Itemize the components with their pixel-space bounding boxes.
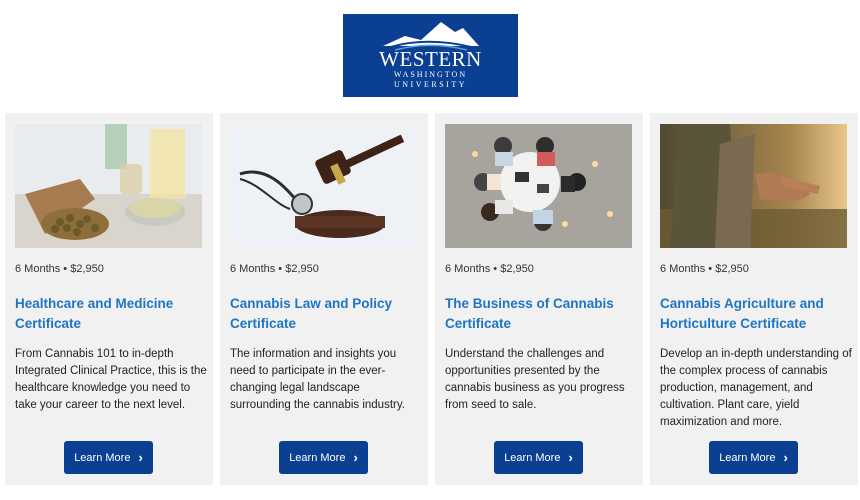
program-title[interactable]: The Business of Cannabis Certificate [445,294,635,334]
certificate-cards: 6 Months • $2,950 Healthcare and Medicin… [5,113,859,493]
certificate-card-business: 6 Months • $2,950 The Business of Cannab… [435,113,643,485]
learn-more-label: Learn More [74,451,131,464]
learn-more-button[interactable]: Learn More › [494,441,583,474]
learn-more-label: Learn More [289,451,346,464]
learn-more-label: Learn More [719,451,776,464]
program-title[interactable]: Healthcare and Medicine Certificate [15,294,205,334]
cannabis-oil-seeds-image [15,124,202,248]
chevron-right-icon: › [783,450,788,465]
chevron-right-icon: › [353,450,358,465]
learn-more-button[interactable]: Learn More › [709,441,798,474]
program-title[interactable]: Cannabis Law and Policy Certificate [230,294,420,334]
certificate-card-law: 6 Months • $2,950 Cannabis Law and Polic… [220,113,428,485]
program-meta: 6 Months • $2,950 [230,263,319,275]
logo-line-university: UNIVERSITY [394,80,467,89]
certificate-card-healthcare: 6 Months • $2,950 Healthcare and Medicin… [5,113,213,485]
program-description: From Cannabis 101 to in-depth Integrated… [15,348,207,411]
learn-more-label: Learn More [504,451,561,464]
program-meta: 6 Months • $2,950 [660,263,749,275]
wwu-logo[interactable]: WESTERN WASHINGTON UNIVERSITY [343,14,518,97]
learn-more-button[interactable]: Learn More › [279,441,368,474]
chevron-right-icon: › [568,450,573,465]
certificate-card-agriculture: 6 Months • $2,950 Cannabis Agriculture a… [650,113,858,485]
program-meta: 6 Months • $2,950 [15,263,104,275]
chevron-right-icon: › [138,450,143,465]
program-description: Understand the challenges and opportunit… [445,348,625,411]
program-title[interactable]: Cannabis Agriculture and Horticulture Ce… [660,294,850,334]
logo-line-western: WESTERN [379,47,482,71]
business-meeting-image [445,124,632,248]
learn-more-button[interactable]: Learn More › [64,441,153,474]
logo-line-washington: WASHINGTON [393,70,468,79]
program-description: Develop an in-depth understanding of the… [660,348,852,428]
program-meta: 6 Months • $2,950 [445,263,534,275]
program-description: The information and insights you need to… [230,348,405,411]
gavel-stethoscope-image [230,124,417,248]
farmer-hand-field-image [660,124,847,248]
